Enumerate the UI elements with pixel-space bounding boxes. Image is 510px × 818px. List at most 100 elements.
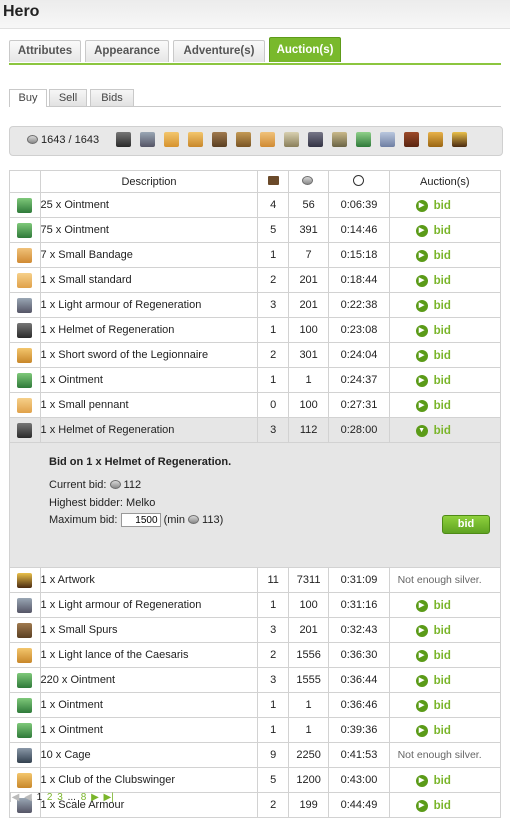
- bid-button[interactable]: ▶ bid: [415, 700, 451, 712]
- bid-label: bid: [433, 200, 451, 212]
- tablet-icon[interactable]: [404, 132, 419, 147]
- header-price-col[interactable]: [287, 170, 330, 193]
- header-bids-col[interactable]: [257, 170, 289, 193]
- right-hand-icon[interactable]: [188, 132, 203, 147]
- bid-button[interactable]: ▶ bid: [415, 800, 451, 812]
- page-ellipsis: ...: [67, 792, 76, 803]
- bid-label: bid: [433, 675, 451, 687]
- subtab-buy[interactable]: Buy: [9, 89, 47, 107]
- ointment-icon: [17, 372, 33, 388]
- page-2[interactable]: 2: [47, 792, 53, 803]
- header-time-col[interactable]: [328, 170, 390, 193]
- bid-button[interactable]: ▶ bid: [415, 775, 451, 787]
- table-row: 1 x Club of the Clubswinger 5 1200 0:43:00 ▶…: [9, 767, 502, 793]
- bid-button[interactable]: ▶ bid: [415, 400, 451, 412]
- ointment-icon[interactable]: [332, 132, 347, 147]
- armour-icon: [17, 297, 33, 313]
- item-icon-cell: [9, 717, 41, 743]
- bid-button[interactable]: ▶ bid: [415, 675, 451, 687]
- bid-count: 5: [257, 767, 289, 793]
- bid-panel-title: Bid on 1 x Helmet of Regeneration.: [49, 456, 232, 468]
- item-description: 220 x Ointment: [39, 667, 259, 693]
- item-icon-cell: [9, 267, 41, 293]
- book-icon[interactable]: [380, 132, 395, 147]
- item-icon-cell: [9, 617, 41, 643]
- bid-button[interactable]: ▶ bid: [415, 200, 451, 212]
- scroll-icon[interactable]: [308, 132, 323, 147]
- max-bid-input[interactable]: [120, 513, 161, 527]
- table-row: 10 x Cage 9 2250 0:41:53 Not enough silver.: [9, 742, 502, 768]
- header-icon-col: [9, 170, 41, 193]
- action-cell: Not enough silver.: [388, 742, 502, 768]
- bid-label: bid: [433, 800, 451, 812]
- bid-button[interactable]: ▶ bid: [415, 275, 451, 287]
- tab-attributes[interactable]: Attributes: [9, 40, 81, 62]
- artwork-filter-icon[interactable]: [428, 132, 443, 147]
- left-hand-icon[interactable]: [164, 132, 179, 147]
- chevron-down-icon: ▼: [415, 425, 428, 437]
- bid-button[interactable]: ▼ bid: [415, 425, 451, 437]
- bid-button[interactable]: ▶ bid: [415, 225, 451, 237]
- next-page-icon[interactable]: ▶: [91, 792, 99, 803]
- bid-button[interactable]: ▶ bid: [415, 625, 451, 637]
- item-description: 1 x Ointment: [39, 692, 259, 718]
- artwork-icon[interactable]: [452, 132, 467, 147]
- bandage-icon[interactable]: [260, 132, 275, 147]
- title-bar: Hero: [0, 0, 510, 29]
- subtab-sell[interactable]: Sell: [49, 89, 87, 106]
- tab-auctions[interactable]: Auction(s): [269, 37, 341, 62]
- tab-appearance[interactable]: Appearance: [85, 40, 169, 62]
- bid-button[interactable]: ▶ bid: [415, 250, 451, 262]
- bid-count: 1: [257, 717, 289, 743]
- bid-button[interactable]: ▶ bid: [415, 650, 451, 662]
- header-description[interactable]: Description: [39, 170, 259, 193]
- bid-button[interactable]: ▶ bid: [415, 350, 451, 362]
- time-remaining: 0:24:04: [328, 342, 390, 368]
- last-page-icon[interactable]: ▶|: [104, 792, 114, 803]
- tab-adventures[interactable]: Adventure(s): [173, 40, 265, 62]
- current-bid-value: 112: [123, 479, 142, 491]
- page-8[interactable]: 8: [81, 792, 87, 803]
- bid-count: 4: [257, 192, 289, 218]
- highest-bidder: Highest bidder: Melko: [49, 497, 156, 509]
- action-cell: ▶ bid: [388, 717, 502, 743]
- item-description: 1 x Light armour of Regeneration: [39, 292, 259, 318]
- bid-button[interactable]: ▶ bid: [415, 725, 451, 737]
- bid-count: 5: [257, 217, 289, 243]
- item-icon-cell: [9, 642, 41, 668]
- bid-count: 11: [257, 567, 289, 593]
- current-price: 1200: [287, 767, 330, 793]
- helmet-icon[interactable]: [116, 132, 131, 147]
- page-title: Hero: [3, 3, 40, 20]
- bid-count: 2: [257, 342, 289, 368]
- action-cell: ▶ bid: [388, 592, 502, 618]
- bucket-icon[interactable]: [356, 132, 371, 147]
- bid-button[interactable]: ▶ bid: [415, 300, 451, 312]
- bid-count: 3: [257, 417, 289, 443]
- silver-coin-icon: [301, 176, 313, 186]
- boots-icon[interactable]: [212, 132, 227, 147]
- bid-button[interactable]: ▶ bid: [415, 600, 451, 612]
- header-auctions: Auction(s): [388, 170, 502, 193]
- silver-amount: 1643 / 1643: [41, 134, 100, 146]
- page-3[interactable]: 3: [57, 792, 63, 803]
- horse-icon[interactable]: [236, 132, 251, 147]
- current-price: 301: [287, 342, 330, 368]
- submit-bid-button[interactable]: bid: [442, 515, 490, 534]
- bid-button[interactable]: ▶ bid: [415, 325, 451, 337]
- artwork-icon: [17, 572, 33, 588]
- time-remaining: 0:44:49: [328, 792, 390, 818]
- action-cell: ▶ bid: [388, 342, 502, 368]
- subtab-bids[interactable]: Bids: [90, 89, 134, 106]
- clock-icon: [353, 174, 365, 186]
- table-row: 1 x Ointment 1 1 0:36:46 ▶ bid: [9, 692, 502, 718]
- bid-count: 1: [257, 367, 289, 393]
- item-description: 10 x Cage: [39, 742, 259, 768]
- bid-button[interactable]: ▶ bid: [415, 375, 451, 387]
- cage-icon[interactable]: [284, 132, 299, 147]
- current-price: 199: [287, 792, 330, 818]
- armour-icon[interactable]: [140, 132, 155, 147]
- max-bid-line: Maximum bid: (min 113): [49, 513, 223, 527]
- item-description: 1 x Helmet of Regeneration: [39, 317, 259, 343]
- item-icon-cell: [9, 767, 41, 793]
